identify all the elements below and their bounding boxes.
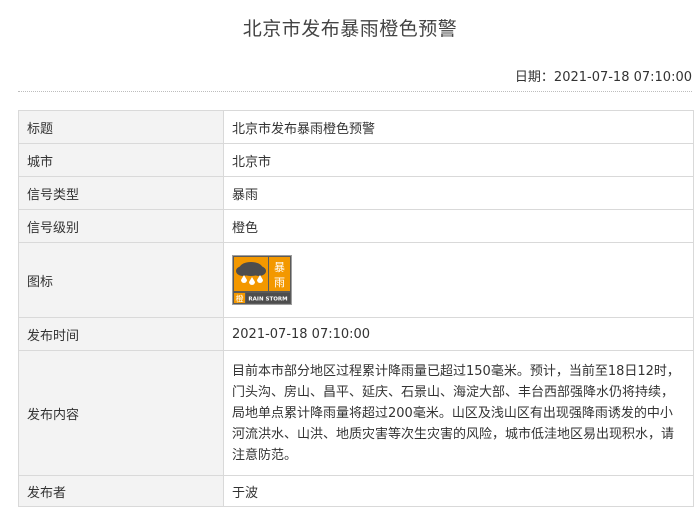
row-label-title: 标题: [18, 110, 224, 144]
icon-english-label: RAIN STORM: [248, 297, 287, 303]
icon-char-rain: 雨: [274, 276, 285, 289]
content-text: 目前本市部分地区过程累计降雨量已超过150毫米。预计，当前至18日12时，门头沟…: [232, 363, 680, 463]
warning-info-table: 标题 北京市发布暴雨橙色预警 城市 北京市 信号类型 暴雨 信号级别 橙色 图标: [18, 110, 694, 507]
table-row-publish-time: 发布时间 2021-07-18 07:10:00: [18, 317, 694, 351]
page-title: 北京市发布暴雨橙色预警: [242, 18, 458, 40]
row-label-icon: 图标: [18, 242, 224, 318]
row-label-publish-time: 发布时间: [18, 317, 224, 351]
row-value-signal-type: 暴雨: [223, 176, 694, 210]
row-label-content: 发布内容: [18, 350, 224, 476]
rainstorm-orange-warning-icon: 暴 雨 橙 RAIN STORM: [232, 255, 292, 305]
row-value-signal-level: 橙色: [223, 209, 694, 243]
table-row-content: 发布内容 目前本市部分地区过程累计降雨量已超过150毫米。预计，当前至18日12…: [18, 350, 694, 476]
row-label-signal-level: 信号级别: [18, 209, 224, 243]
icon-char-level: 橙: [236, 294, 244, 304]
table-row-city: 城市 北京市: [18, 143, 694, 177]
table-row-signal-level: 信号级别 橙色: [18, 209, 694, 243]
date-value: 2021-07-18 07:10:00: [553, 70, 692, 85]
row-value-city: 北京市: [223, 143, 694, 177]
table-row-signal-type: 信号类型 暴雨: [18, 176, 694, 210]
table-row-publisher: 发布者 于波: [18, 475, 694, 507]
row-value-publisher: 于波: [223, 475, 694, 507]
divider: [18, 91, 692, 92]
row-value-title: 北京市发布暴雨橙色预警: [223, 110, 694, 144]
table-row-title: 标题 北京市发布暴雨橙色预警: [18, 110, 694, 144]
table-row-icon: 图标 暴 雨 橙 RAIN STORM: [18, 242, 694, 318]
icon-char-storm: 暴: [274, 261, 285, 274]
row-label-publisher: 发布者: [18, 475, 224, 507]
row-label-signal-type: 信号类型: [18, 176, 224, 210]
row-value-publish-time: 2021-07-18 07:10:00: [223, 317, 694, 351]
date-label: 日期：: [514, 70, 554, 85]
row-label-city: 城市: [18, 143, 224, 177]
row-value-content: 目前本市部分地区过程累计降雨量已超过150毫米。预计，当前至18日12时，门头沟…: [223, 350, 694, 476]
row-value-icon: 暴 雨 橙 RAIN STORM: [223, 242, 694, 318]
publish-date: 日期：2021-07-18 07:10:00: [515, 66, 692, 85]
